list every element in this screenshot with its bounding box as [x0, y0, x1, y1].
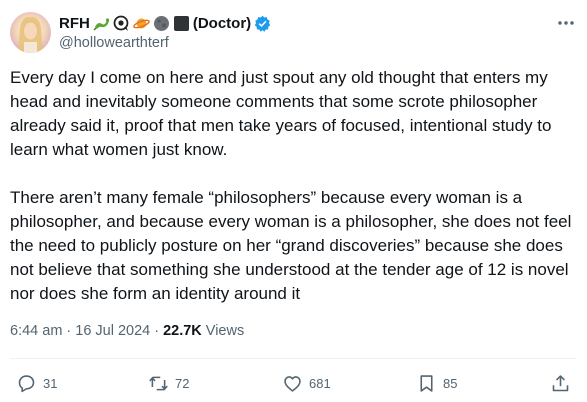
views-label[interactable]: Views — [206, 323, 244, 339]
repost-button[interactable]: 72 — [148, 370, 189, 396]
author-handle[interactable]: @hollowearthterf — [59, 35, 169, 51]
tweet-time[interactable]: 6:44 am — [10, 323, 62, 339]
avatar-image — [10, 12, 51, 53]
like-button[interactable]: 681 — [282, 370, 331, 396]
reply-icon — [18, 374, 35, 392]
bookmark-button[interactable]: 85 — [416, 370, 457, 396]
planet-ring-icon — [133, 18, 150, 28]
views-count[interactable]: 22.7K — [163, 323, 202, 339]
tweet-text: Every day I come on here and just spout … — [10, 66, 580, 306]
like-count: 681 — [309, 375, 331, 391]
action-bar: 31 72 681 85 — [0, 368, 587, 398]
verified-badge-icon[interactable] — [254, 15, 271, 32]
divider — [10, 358, 577, 359]
tweet-paragraph: There aren’t many female “philosophers” … — [10, 188, 572, 303]
bookmark-icon — [420, 374, 433, 392]
avatar[interactable] — [10, 12, 51, 53]
meta-separator: · — [66, 323, 72, 339]
new-moon-icon — [153, 15, 169, 31]
more-options-icon[interactable] — [557, 14, 575, 32]
tweet-meta: 6:44 am · 16 Jul 2024 · 22.7K Views — [10, 323, 244, 339]
reply-button[interactable]: 31 — [16, 370, 57, 396]
author-display-name[interactable]: RFH — [59, 15, 90, 32]
reply-count: 31 — [43, 375, 58, 391]
share-icon — [552, 374, 569, 391]
bookmark-count: 85 — [443, 375, 458, 391]
heart-icon — [284, 375, 301, 392]
share-button[interactable] — [550, 370, 571, 396]
meta-separator: · — [154, 323, 160, 339]
tweet-date[interactable]: 16 Jul 2024 — [75, 323, 150, 339]
black-square-icon — [173, 15, 189, 31]
tweet-card: RFH (Doctor) @hollowearthterf Every day … — [0, 0, 587, 402]
repost-count: 72 — [175, 375, 190, 391]
repost-icon — [149, 376, 168, 390]
tweet-paragraph: Every day I come on here and just spout … — [10, 68, 552, 159]
dragon-icon — [93, 17, 109, 31]
eye-speech-icon — [113, 15, 129, 31]
author-name-row[interactable]: RFH (Doctor) — [59, 13, 271, 33]
author-credential[interactable]: (Doctor) — [193, 15, 251, 32]
